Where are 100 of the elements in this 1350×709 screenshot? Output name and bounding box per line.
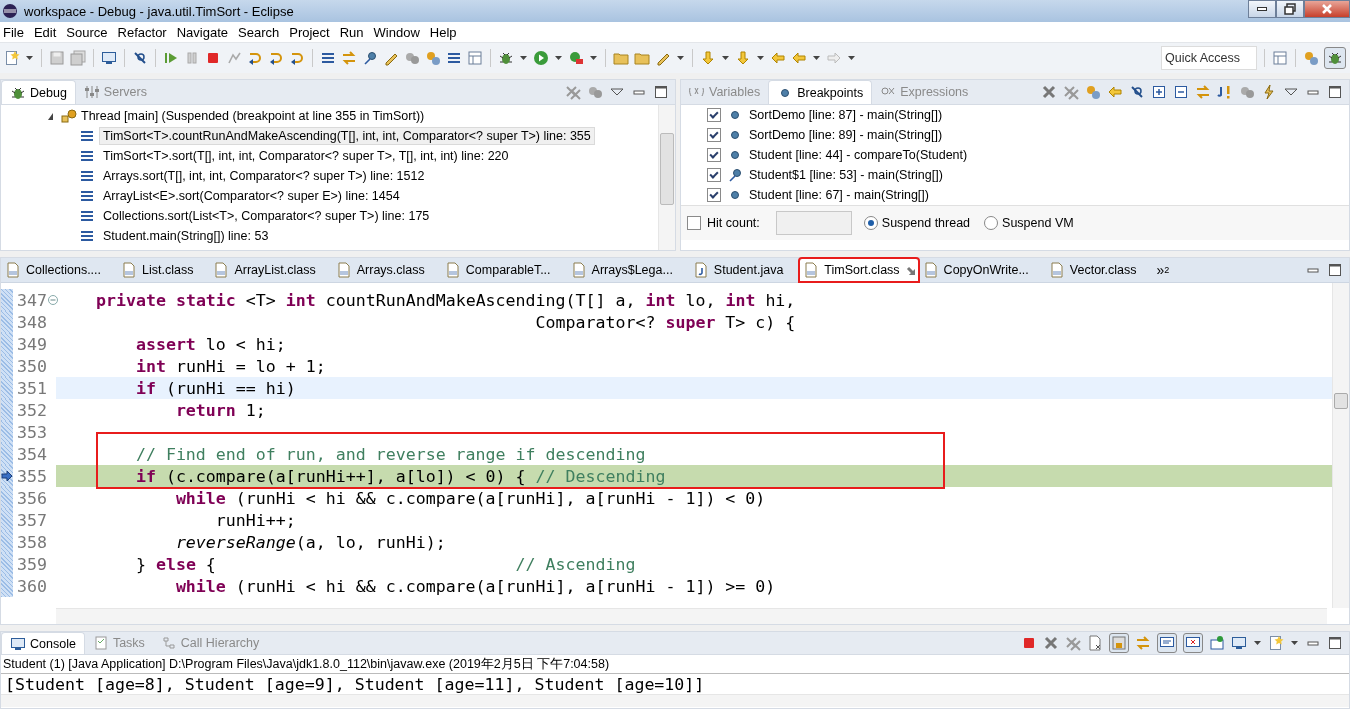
no-link-icon[interactable] bbox=[132, 50, 148, 66]
menu-item[interactable]: Help bbox=[426, 24, 464, 40]
breakpoint-item[interactable]: SortDemo [line: 89] - main(String[]) bbox=[749, 128, 943, 142]
caret-icon[interactable] bbox=[554, 55, 563, 61]
caret-icon[interactable] bbox=[589, 55, 598, 61]
checkbox[interactable] bbox=[707, 108, 721, 122]
checkbox[interactable] bbox=[707, 168, 721, 182]
folder-icon[interactable] bbox=[634, 50, 650, 66]
breakpoint-item[interactable]: Student [line: 44] - compareTo(Student) bbox=[749, 148, 968, 162]
caret-icon[interactable] bbox=[847, 55, 856, 61]
caret-icon[interactable] bbox=[1290, 640, 1299, 646]
view-tab[interactable]: Debug bbox=[1, 80, 76, 104]
caret-icon[interactable] bbox=[721, 55, 730, 61]
radio-button[interactable] bbox=[984, 216, 999, 230]
pin-icon[interactable] bbox=[362, 50, 378, 66]
stack-frame[interactable]: ArrayList<E>.sort(Comparator<? super E>) line: 1454 bbox=[99, 187, 404, 205]
menu-item[interactable]: Run bbox=[336, 24, 371, 40]
remove-icon[interactable] bbox=[1041, 84, 1057, 100]
editor-tab[interactable]: List.class bbox=[117, 258, 210, 282]
expand-all-icon[interactable] bbox=[1151, 84, 1167, 100]
external-tool-icon[interactable] bbox=[568, 50, 584, 66]
editor-tab[interactable]: CopyOnWrite... bbox=[918, 258, 1045, 282]
remove-all-icon[interactable] bbox=[565, 84, 581, 100]
exception-icon[interactable] bbox=[1217, 84, 1233, 100]
stack-frame[interactable]: Student.main(String[]) line: 53 bbox=[99, 227, 273, 245]
editor-tab[interactable]: Collections.... bbox=[1, 258, 118, 282]
remove-all-icon[interactable] bbox=[1065, 635, 1081, 651]
bolt-icon[interactable] bbox=[1261, 84, 1277, 100]
step-into-icon[interactable] bbox=[247, 50, 263, 66]
resume-icon[interactable] bbox=[163, 50, 179, 66]
breakpoint-item[interactable]: SortDemo [line: 87] - main(String[]) bbox=[749, 108, 943, 122]
menu-item[interactable]: File bbox=[0, 24, 31, 40]
hit-count-field[interactable] bbox=[775, 211, 852, 235]
balls-icon[interactable] bbox=[404, 50, 420, 66]
collapse-all-icon[interactable] bbox=[1173, 84, 1189, 100]
terminate-icon[interactable] bbox=[205, 50, 221, 66]
debug-icon[interactable] bbox=[498, 50, 514, 66]
view-tab[interactable]: Breakpoints bbox=[768, 80, 873, 104]
editor-tab[interactable]: Arrays.class bbox=[331, 258, 441, 282]
breakpoint-item[interactable]: Student$1 [line: 53] - main(String[]) bbox=[749, 168, 943, 182]
view-tab[interactable]: Console bbox=[1, 632, 85, 654]
radio-label[interactable]: Suspend VM bbox=[1002, 216, 1074, 230]
monitor-icon[interactable] bbox=[101, 50, 117, 66]
new-console-icon[interactable] bbox=[1268, 635, 1284, 651]
scrollbar[interactable] bbox=[658, 105, 675, 250]
minimize-button[interactable] bbox=[1248, 0, 1276, 18]
no-link-icon[interactable] bbox=[1129, 84, 1145, 100]
maximize-icon[interactable] bbox=[1327, 635, 1343, 651]
radio-button[interactable] bbox=[863, 216, 878, 230]
menu-item[interactable]: Edit bbox=[30, 24, 64, 40]
menu-item[interactable]: Source bbox=[63, 24, 115, 40]
step-over-icon[interactable] bbox=[268, 50, 284, 66]
new-file-icon[interactable] bbox=[4, 50, 20, 66]
menu-item[interactable]: Refactor bbox=[114, 24, 174, 40]
editor-tab[interactable]: ComparableT... bbox=[440, 258, 567, 282]
close-button[interactable] bbox=[1304, 0, 1350, 18]
checkbox[interactable] bbox=[707, 188, 721, 202]
checkbox[interactable] bbox=[687, 216, 701, 230]
show-output-button[interactable] bbox=[1157, 633, 1177, 653]
fold-icon[interactable] bbox=[47, 294, 59, 306]
menu-item[interactable]: Navigate bbox=[173, 24, 235, 40]
list-icon[interactable] bbox=[446, 50, 462, 66]
stack-frame[interactable]: Arrays.sort(T[], int, int, Comparator<? super T>) line: 1512 bbox=[99, 167, 429, 185]
caret-icon[interactable] bbox=[1253, 640, 1262, 646]
caret-icon[interactable] bbox=[756, 55, 765, 61]
caret-icon[interactable] bbox=[676, 55, 685, 61]
quick-access-field[interactable]: Quick Access bbox=[1161, 46, 1257, 70]
caret-icon[interactable] bbox=[25, 55, 34, 61]
maximize-icon[interactable] bbox=[1327, 262, 1343, 278]
editor-tab[interactable]: Vector.class bbox=[1044, 258, 1153, 282]
editor-tab[interactable]: TimSort.class bbox=[799, 258, 919, 282]
step-return-icon[interactable] bbox=[289, 50, 305, 66]
scrollbar[interactable] bbox=[1, 694, 1349, 707]
clear-console-icon[interactable] bbox=[1087, 635, 1103, 651]
remove-all-icon[interactable] bbox=[1063, 84, 1079, 100]
checkbox[interactable] bbox=[707, 148, 721, 162]
scrollbar[interactable] bbox=[56, 608, 1327, 624]
scrollbar[interactable] bbox=[1332, 283, 1349, 608]
arrow-left-icon[interactable] bbox=[791, 50, 807, 66]
maximize-icon[interactable] bbox=[653, 84, 669, 100]
arrow-down-icon[interactable] bbox=[735, 50, 751, 66]
thread-label[interactable]: Thread [main] (Suspended (breakpoint at line 355 in TimSort)) bbox=[81, 109, 425, 123]
breakpoint-item[interactable]: Student [line: 67] - main(String[]) bbox=[749, 188, 929, 202]
balls-icon[interactable] bbox=[1239, 84, 1255, 100]
terminate-icon[interactable] bbox=[1021, 635, 1037, 651]
run-icon[interactable] bbox=[533, 50, 549, 66]
menu-item[interactable]: Project bbox=[286, 24, 337, 40]
lines-icon[interactable] bbox=[320, 50, 336, 66]
open-perspective-icon[interactable] bbox=[1272, 50, 1288, 66]
arrow-down-icon[interactable] bbox=[700, 50, 716, 66]
restore-button[interactable] bbox=[1276, 0, 1304, 18]
remove-icon[interactable] bbox=[1043, 635, 1059, 651]
menu-item[interactable]: Window bbox=[370, 24, 427, 40]
editor-tab[interactable]: ArrayList.class bbox=[209, 258, 332, 282]
maximize-icon[interactable] bbox=[1327, 84, 1343, 100]
go-to-file-icon[interactable] bbox=[1107, 84, 1123, 100]
balls-icon[interactable] bbox=[587, 84, 603, 100]
arrow-left-icon[interactable] bbox=[770, 50, 786, 66]
caret-icon[interactable] bbox=[519, 55, 528, 61]
editor-tab[interactable]: Arrays$Lega... bbox=[566, 258, 689, 282]
